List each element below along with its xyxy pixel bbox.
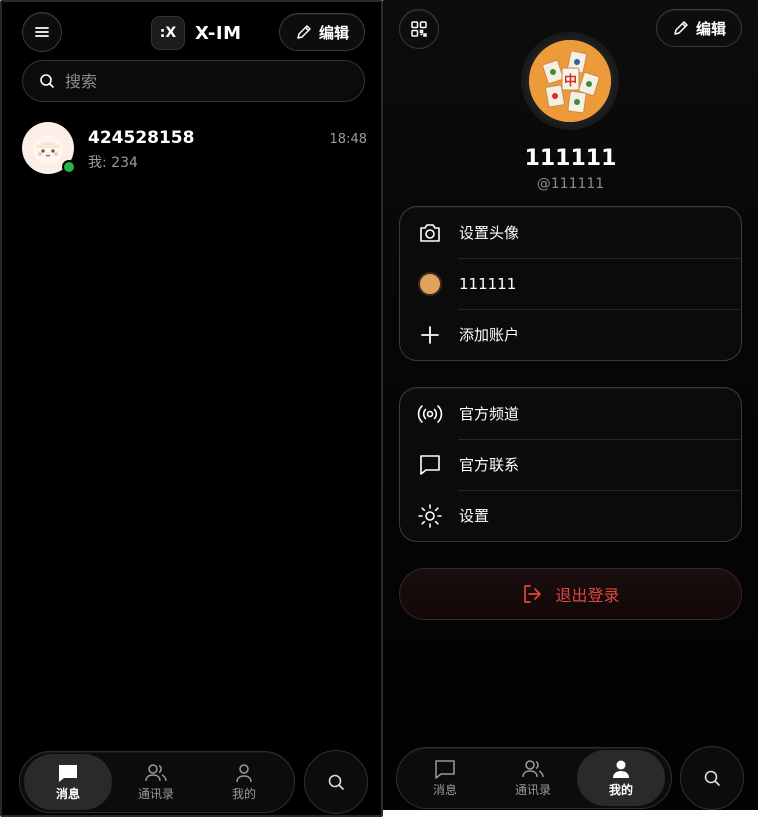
tab-messages[interactable]: 消息 <box>24 754 112 810</box>
mahjong-avatar-icon: 中 <box>529 40 611 122</box>
menu-item-add-account[interactable]: 添加账户 <box>400 309 741 360</box>
menu-item-label: 设置头像 <box>459 224 520 242</box>
menu-item-official-channel[interactable]: 官方频道 <box>400 388 741 439</box>
menu-item-settings[interactable]: 设置 <box>400 490 741 541</box>
chat-bubble-icon <box>435 759 455 779</box>
tab-label: 消息 <box>432 782 457 797</box>
tab-messages[interactable]: 消息 <box>401 750 489 806</box>
tab-contacts[interactable]: 通讯录 <box>489 750 577 806</box>
menu-item-label: 官方联系 <box>459 456 520 474</box>
edit-label: 编辑 <box>695 19 726 38</box>
broadcast-icon <box>416 400 444 428</box>
menu-item-label: 添加账户 <box>459 326 520 344</box>
search-input[interactable] <box>65 71 325 91</box>
qr-code-button[interactable] <box>399 9 439 49</box>
search-icon <box>704 770 720 786</box>
app-logo: :X X-IM <box>151 16 242 50</box>
chat-list-item[interactable]: 424528158 我: 234 18:48 <box>22 122 367 178</box>
svg-text:中: 中 <box>564 73 577 89</box>
tab-label: 我的 <box>231 786 256 801</box>
menu-item-label: 官方频道 <box>459 405 520 423</box>
logout-label: 退出登录 <box>555 586 620 605</box>
person-icon <box>613 760 629 778</box>
search-icon <box>328 774 344 790</box>
message-square-icon <box>416 451 444 479</box>
tab-contacts[interactable]: 通讯录 <box>112 754 200 810</box>
profile-screen: 编辑 中 111111 @111111 设置头像 111111 添加账户 官方频… <box>383 0 758 810</box>
tab-label: 通讯录 <box>137 786 174 801</box>
chat-name: 424528158 <box>88 128 195 148</box>
menu-item-set-avatar[interactable]: 设置头像 <box>400 207 741 258</box>
tab-me[interactable]: 我的 <box>577 750 665 806</box>
pencil-icon <box>674 21 688 35</box>
tab-label: 消息 <box>55 786 80 801</box>
search-icon <box>40 74 54 88</box>
settings-sun-icon <box>416 502 444 530</box>
profile-name: 111111 <box>524 146 617 171</box>
contacts-icon <box>522 759 544 777</box>
menu-item-label: 设置 <box>459 507 490 525</box>
edit-label: 编辑 <box>318 23 349 42</box>
tab-label: 我的 <box>608 782 633 797</box>
logout-button[interactable]: 退出登录 <box>399 568 742 620</box>
profile-handle: @111111 <box>536 176 605 192</box>
qr-code-icon <box>411 21 427 37</box>
bottom-tab-bar: 消息 通讯录 我的 <box>19 751 295 813</box>
menu-item-official-contact[interactable]: 官方联系 <box>400 439 741 490</box>
chat-bubble-icon <box>59 764 77 782</box>
hamburger-icon <box>35 27 49 37</box>
camera-icon <box>416 219 444 247</box>
messages-screen: :X X-IM 编辑 424528158 我: 234 18:48 <box>0 0 383 817</box>
avatar <box>22 122 76 174</box>
menu-item-account[interactable]: 111111 <box>400 258 741 309</box>
account-menu-card: 设置头像 111111 添加账户 <box>399 206 742 361</box>
info-menu-card: 官方频道 官方联系 设置 <box>399 387 742 542</box>
app-title: X-IM <box>195 22 242 44</box>
pencil-icon <box>297 25 311 39</box>
person-icon <box>236 763 252 782</box>
logo-mark: :X <box>151 16 185 50</box>
plus-icon <box>416 321 444 349</box>
tab-me[interactable]: 我的 <box>200 754 288 810</box>
chat-preview: 我: 234 <box>88 155 138 171</box>
online-status-dot <box>62 160 76 174</box>
bottom-tab-bar: 消息 通讯录 我的 <box>396 747 672 809</box>
tab-label: 通讯录 <box>514 782 551 797</box>
contacts-icon <box>145 763 167 781</box>
edit-button[interactable]: 编辑 <box>279 13 365 51</box>
edit-profile-button[interactable]: 编辑 <box>656 9 742 47</box>
logout-icon <box>524 585 542 603</box>
chat-time: 18:48 <box>329 132 367 147</box>
account-avatar-icon <box>416 270 444 298</box>
menu-button[interactable] <box>22 12 62 52</box>
search-tab-button[interactable] <box>304 750 368 814</box>
profile-avatar[interactable]: 中 <box>521 32 619 130</box>
menu-item-label: 111111 <box>459 274 517 293</box>
search-tab-button[interactable] <box>680 746 744 810</box>
search-bar[interactable] <box>22 60 365 102</box>
